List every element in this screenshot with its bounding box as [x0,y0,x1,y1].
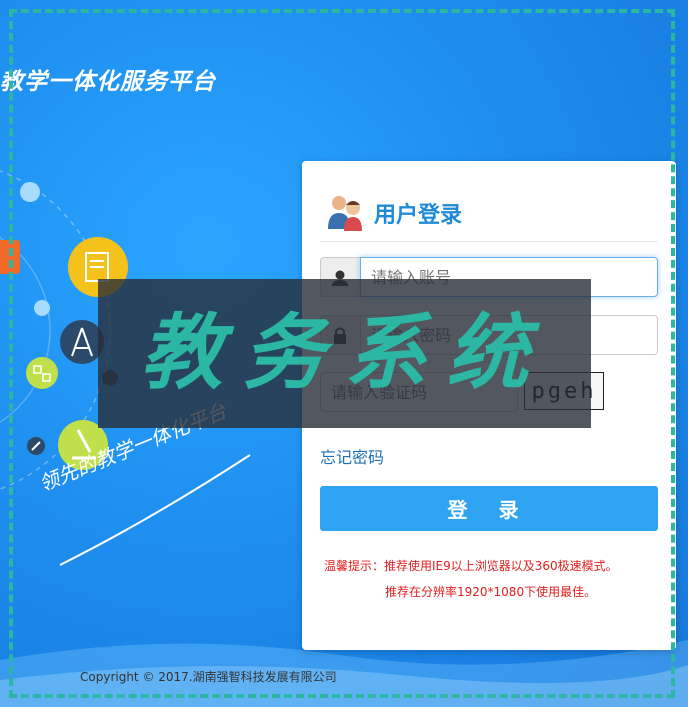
orbit-dot [34,300,50,316]
users-icon [328,196,362,231]
login-button[interactable]: 登 录 [320,486,658,531]
orbit-dot [20,182,40,202]
side-badge-icon [0,240,20,274]
tip-line-2: 推荐在分辨率1920*1080下使用最佳。 [385,585,597,599]
login-title: 用户登录 [374,203,463,228]
copyright-text: Copyright © 2017.湖南强智科技发展有限公司 [80,670,337,684]
tip-line-1: 温馨提示：推荐使用IE9以上浏览器以及360极速模式。 [324,559,618,573]
platform-title: 教学一体化服务平台 [0,69,216,95]
watermark-text: 教务系统 [140,305,549,401]
login-header: 用户登录 [320,191,658,242]
molecule-icon [26,357,58,389]
forgot-password-link[interactable]: 忘记密码 [320,444,384,468]
rocket-icon [27,437,45,455]
